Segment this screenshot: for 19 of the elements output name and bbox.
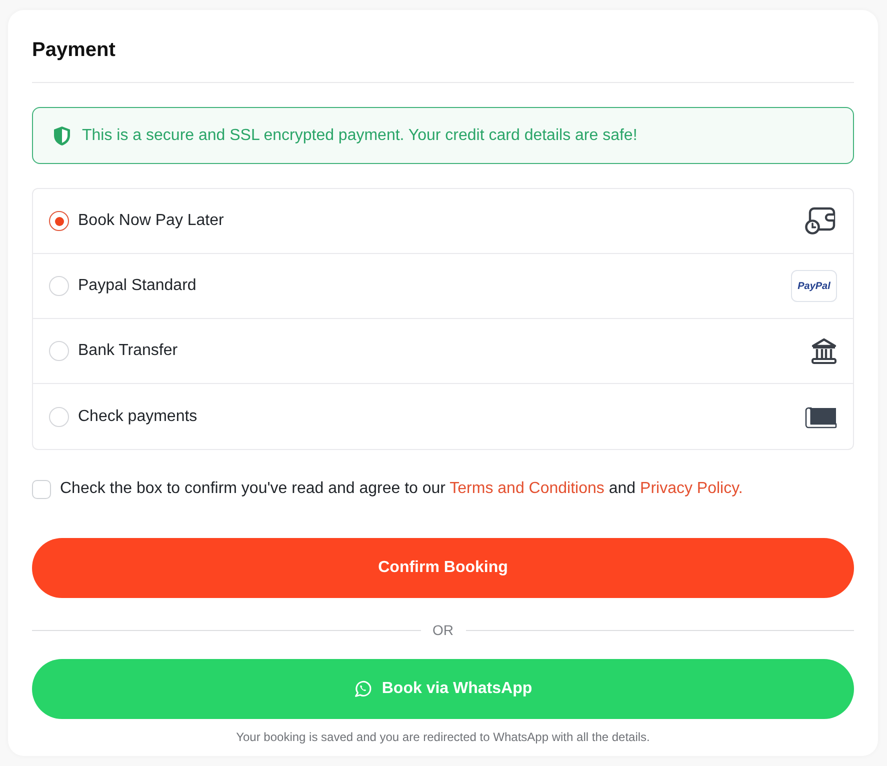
shield-icon [53, 126, 71, 146]
cheque-icon [805, 404, 837, 428]
wallet-clock-icon [805, 207, 837, 235]
option-label[interactable]: Book Now Pay Later [78, 209, 224, 233]
option-label[interactable]: Bank Transfer [78, 339, 178, 363]
radio-button[interactable] [49, 211, 69, 231]
agreement-text: Check the box to confirm you've read and agree to our Terms and Conditions and Privacy Policy. [60, 479, 743, 499]
text-link[interactable]: Privacy Policy. [640, 480, 743, 497]
text-link[interactable]: Terms and Conditions [450, 480, 604, 497]
bank-icon [811, 338, 837, 364]
paypal-logo: PayPal [791, 270, 837, 302]
divider-label: OR [432, 621, 454, 640]
option-label[interactable]: Paypal Standard [78, 274, 196, 298]
whatsapp-note: Your booking is saved and you are redirected to WhatsApp with all the details. [235, 729, 651, 746]
checkbox[interactable] [32, 480, 51, 498]
secure-notice-text: This is a secure and SSL encrypted payment. Your credit card details are safe! [82, 126, 638, 146]
section-title: Payment [32, 38, 116, 63]
option-label[interactable]: Check payments [78, 404, 198, 428]
whatsapp-icon [354, 680, 372, 698]
